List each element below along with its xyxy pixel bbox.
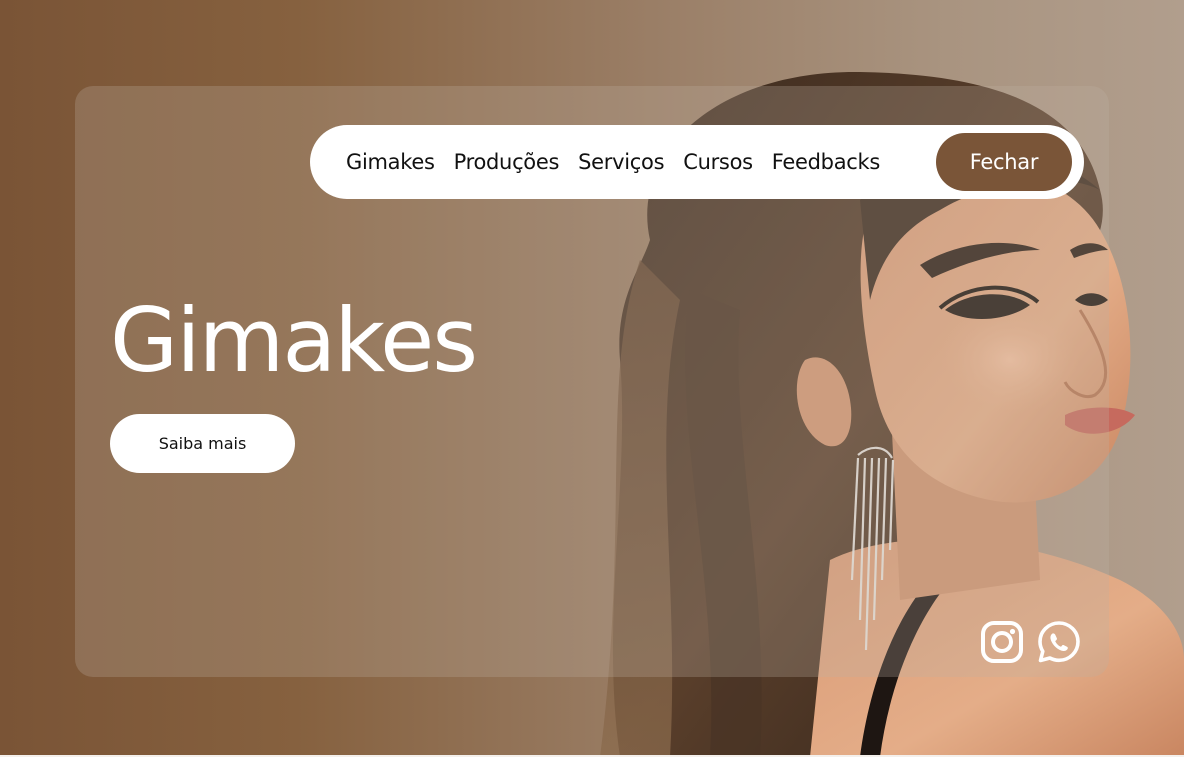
- close-button[interactable]: Fechar: [936, 133, 1072, 191]
- nav-item-cursos[interactable]: Cursos: [683, 150, 753, 174]
- saiba-mais-button[interactable]: Saiba mais: [110, 414, 295, 473]
- top-navbar: Gimakes Produções Serviços Cursos Feedba…: [310, 125, 1084, 199]
- whatsapp-icon[interactable]: [1037, 620, 1081, 664]
- nav-item-producoes[interactable]: Produções: [454, 150, 560, 174]
- nav-item-servicos[interactable]: Serviços: [578, 150, 664, 174]
- instagram-icon[interactable]: [980, 620, 1024, 664]
- nav-item-feedbacks[interactable]: Feedbacks: [772, 150, 881, 174]
- nav-item-gimakes[interactable]: Gimakes: [346, 150, 435, 174]
- hero-title: Gimakes: [110, 289, 478, 392]
- page: Gimakes Produções Serviços Cursos Feedba…: [0, 0, 1184, 757]
